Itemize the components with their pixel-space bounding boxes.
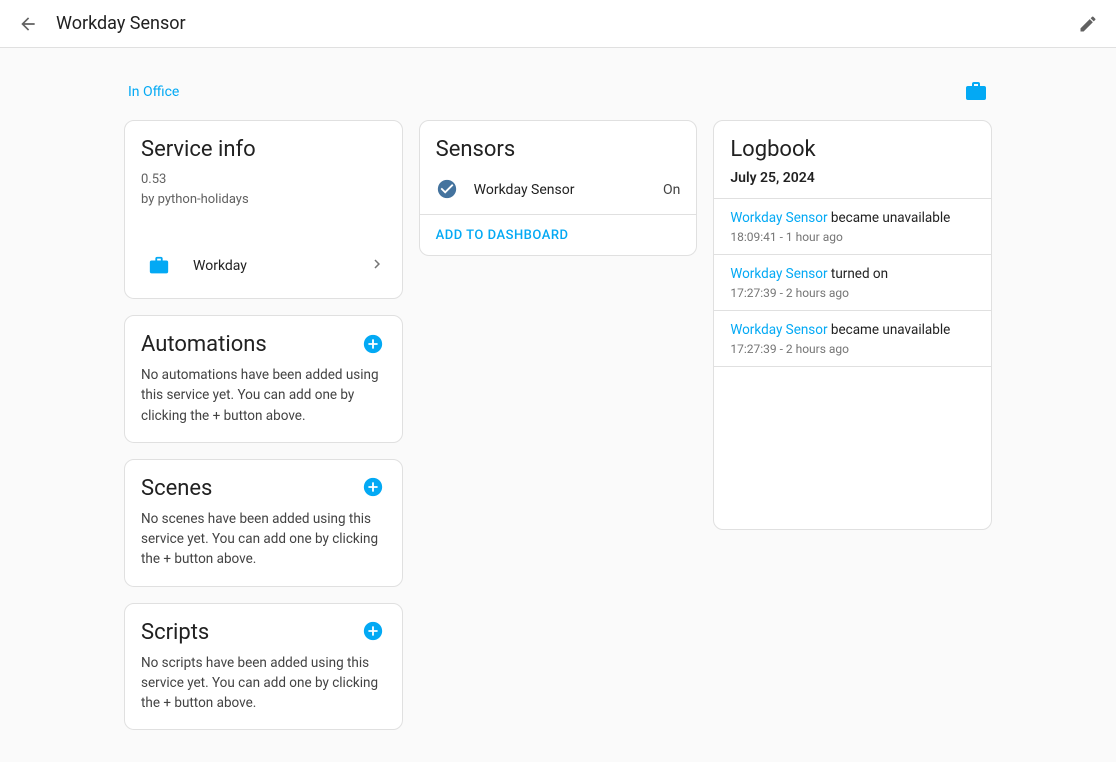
column-right: Logbook July 25, 2024 Workday Sensor bec… xyxy=(713,120,992,530)
briefcase-icon xyxy=(964,80,988,104)
sensor-state: On xyxy=(663,182,680,198)
integration-name: Workday xyxy=(193,258,352,274)
device-name-link[interactable]: In Office xyxy=(128,84,179,100)
sensors-card: Sensors Workday Sensor On Add to Dashboa… xyxy=(419,120,698,256)
scenes-title: Scenes xyxy=(141,476,212,501)
add-scene-button[interactable] xyxy=(362,476,386,500)
logbook-card: Logbook July 25, 2024 Workday Sensor bec… xyxy=(713,120,992,530)
service-info-card: Service info 0.53 by python-holidays Wor… xyxy=(124,120,403,299)
main-content: In Office Service info 0.53 by python-ho… xyxy=(108,48,1008,762)
logbook-date: July 25, 2024 xyxy=(714,170,991,198)
check-circle-icon xyxy=(436,178,460,202)
logbook-event: became unavailable xyxy=(828,210,951,226)
logbook-timestamp: 18:09:41 - 1 hour ago xyxy=(730,230,975,244)
scripts-empty: No scripts have been added using this se… xyxy=(141,653,386,714)
service-info-body: 0.53 by python-holidays xyxy=(125,170,402,225)
automations-body: No automations have been added using thi… xyxy=(125,365,402,442)
logbook-event: turned on xyxy=(828,266,889,282)
columns: Service info 0.53 by python-holidays Wor… xyxy=(124,120,992,730)
logbook-entry: Workday Sensor became unavailable 17:27:… xyxy=(714,310,991,367)
logbook-entity-link[interactable]: Workday Sensor xyxy=(730,322,827,338)
edit-button[interactable] xyxy=(1076,12,1100,36)
automations-title: Automations xyxy=(141,332,267,357)
scripts-card: Scripts No scripts have been added using… xyxy=(124,603,403,731)
service-author: by python-holidays xyxy=(141,190,386,210)
add-automation-button[interactable] xyxy=(362,333,386,357)
integration-link[interactable]: Workday xyxy=(125,233,402,298)
scenes-empty: No scenes have been added using this ser… xyxy=(141,509,386,570)
logbook-line: Workday Sensor became unavailable xyxy=(730,209,975,228)
scenes-body: No scenes have been added using this ser… xyxy=(125,509,402,586)
automations-card: Automations No automations have been add… xyxy=(124,315,403,443)
automations-header: Automations xyxy=(125,316,402,365)
scripts-header: Scripts xyxy=(125,604,402,653)
scenes-header: Scenes xyxy=(125,460,402,509)
sensor-name: Workday Sensor xyxy=(474,182,649,198)
logbook-timestamp: 17:27:39 - 2 hours ago xyxy=(730,342,975,356)
pencil-icon xyxy=(1078,14,1098,34)
logbook-line: Workday Sensor turned on xyxy=(730,265,975,284)
logbook-header: Logbook xyxy=(714,121,991,170)
chevron-right-icon xyxy=(368,255,386,277)
briefcase-icon xyxy=(141,248,177,284)
logbook-line: Workday Sensor became unavailable xyxy=(730,321,975,340)
app-header: Workday Sensor xyxy=(0,0,1116,48)
logbook-title: Logbook xyxy=(730,137,815,162)
sensor-row[interactable]: Workday Sensor On xyxy=(420,166,697,214)
column-left: Service info 0.53 by python-holidays Wor… xyxy=(124,120,403,730)
column-middle: Sensors Workday Sensor On Add to Dashboa… xyxy=(419,120,698,256)
service-info-title: Service info xyxy=(141,137,256,162)
back-button[interactable] xyxy=(16,12,40,36)
logbook-entry: Workday Sensor became unavailable 18:09:… xyxy=(714,198,991,254)
sensors-actions: Add to Dashboard xyxy=(420,214,697,255)
logbook-entry: Workday Sensor turned on 17:27:39 - 2 ho… xyxy=(714,254,991,310)
arrow-left-icon xyxy=(18,14,38,34)
logbook-timestamp: 17:27:39 - 2 hours ago xyxy=(730,286,975,300)
scenes-card: Scenes No scenes have been added using t… xyxy=(124,459,403,587)
service-info-header: Service info xyxy=(125,121,402,170)
add-script-button[interactable] xyxy=(362,620,386,644)
logbook-event: became unavailable xyxy=(828,322,951,338)
logbook-entity-link[interactable]: Workday Sensor xyxy=(730,210,827,226)
sensors-header: Sensors xyxy=(420,121,697,166)
sensors-title: Sensors xyxy=(436,137,516,162)
add-to-dashboard-button[interactable]: Add to Dashboard xyxy=(436,228,569,243)
page-title: Workday Sensor xyxy=(56,13,186,34)
plus-circle-icon xyxy=(362,333,384,355)
automations-empty: No automations have been added using thi… xyxy=(141,365,386,426)
plus-circle-icon xyxy=(362,620,384,642)
scripts-title: Scripts xyxy=(141,620,209,645)
device-row: In Office xyxy=(124,80,992,104)
scripts-body: No scripts have been added using this se… xyxy=(125,653,402,730)
service-version: 0.53 xyxy=(141,170,386,190)
logbook-entity-link[interactable]: Workday Sensor xyxy=(730,266,827,282)
header-left: Workday Sensor xyxy=(16,12,186,36)
plus-circle-icon xyxy=(362,476,384,498)
